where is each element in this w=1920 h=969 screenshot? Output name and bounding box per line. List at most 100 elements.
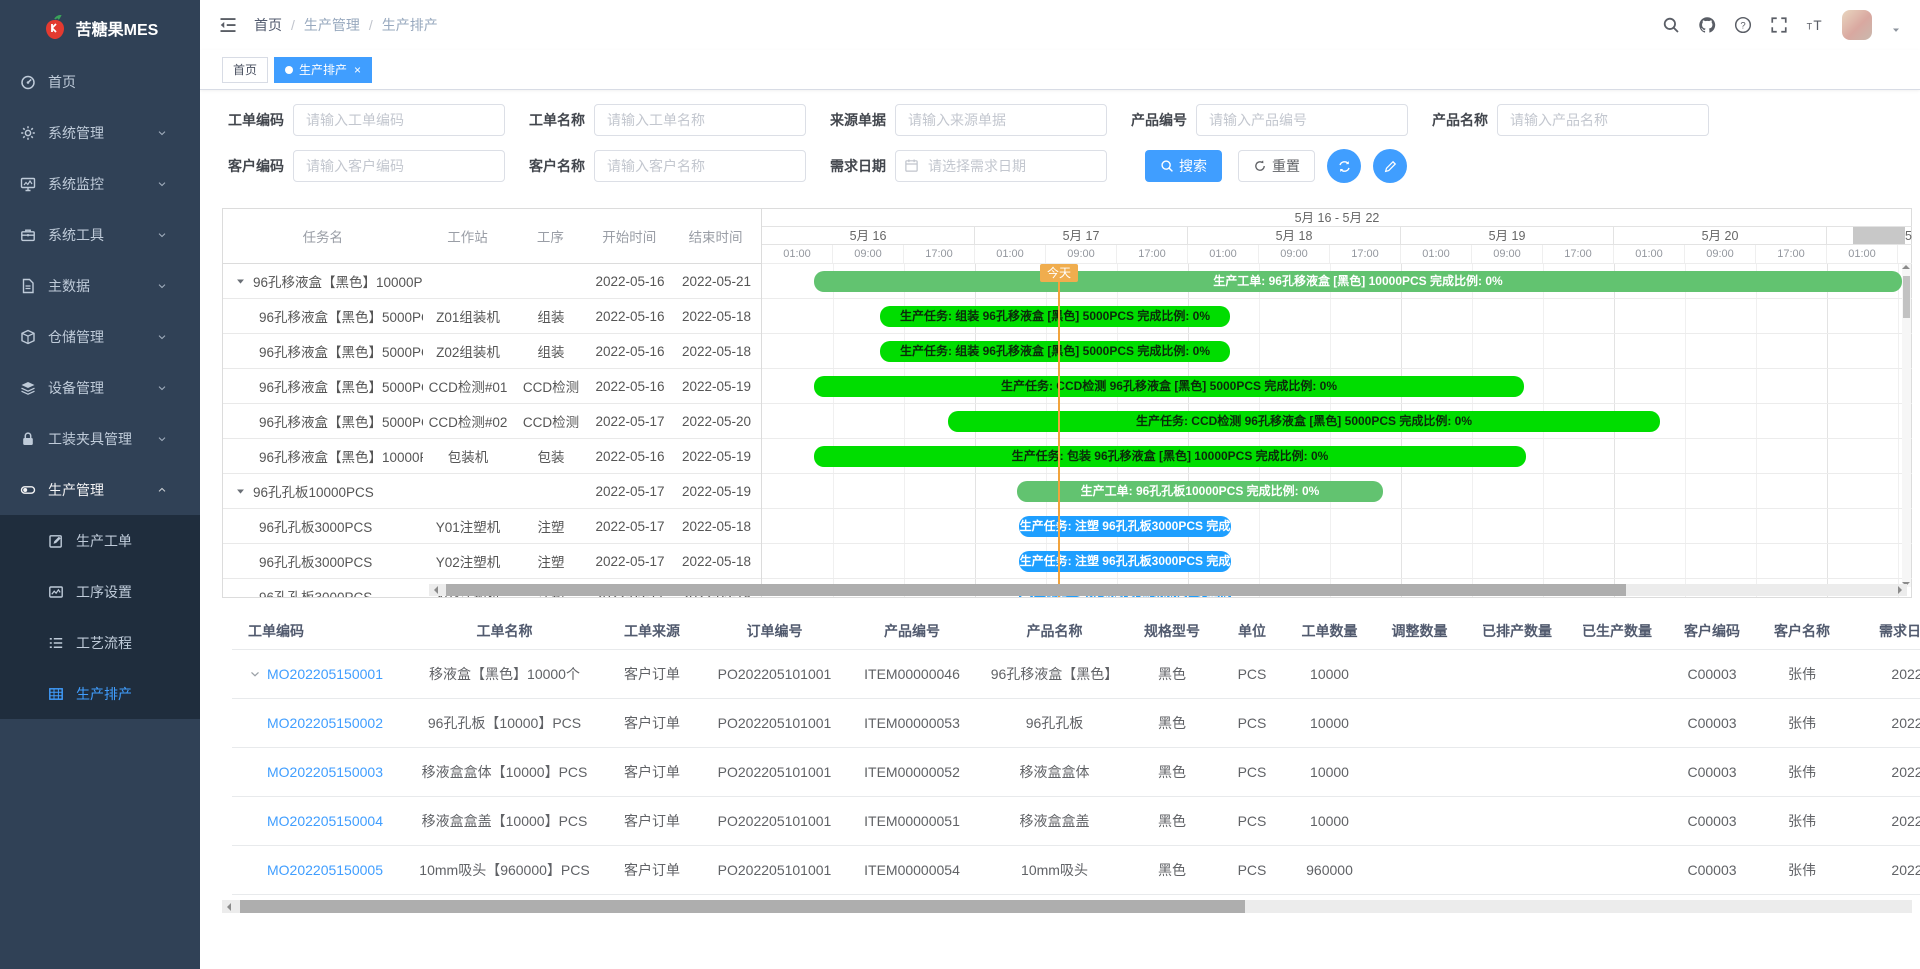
sidebar-item-document[interactable]: 主数据 xyxy=(0,260,200,311)
table-row[interactable]: MO20220515000510mm吸头【960000】PCS客户订单PO202… xyxy=(232,846,1920,895)
gantt-range-label: 5月 16 - 5月 22 xyxy=(762,209,1912,227)
table-row[interactable]: MO20220515000296孔孔板【10000】PCS客户订单PO20220… xyxy=(232,699,1920,748)
collapse-icon[interactable] xyxy=(235,276,246,287)
gantt-bar[interactable]: 生产任务: CCD检测 96孔移液盒 [黑色] 5000PCS 完成比例: 0% xyxy=(814,376,1524,397)
tab-home[interactable]: 首页 xyxy=(222,57,268,83)
collapse-icon[interactable] xyxy=(235,486,246,497)
gantt-task-row[interactable]: 96孔移液盒【黑色】5000PCSZ02组装机组装2022-05-162022-… xyxy=(223,334,761,369)
table-row[interactable]: MO202205150004移液盒盒盖【10000】PCS客户订单PO20220… xyxy=(232,797,1920,846)
tab-production-schedule[interactable]: 生产排产 × xyxy=(274,57,372,83)
gantt-vertical-scrollbar[interactable] xyxy=(1902,264,1911,587)
sidebar-item-monitor[interactable]: 系统监控 xyxy=(0,158,200,209)
sidebar-item-layers[interactable]: 设备管理 xyxy=(0,362,200,413)
gantt-station: CCD检测#02 xyxy=(423,411,513,431)
gantt-start-time: 2022-05-16 xyxy=(589,379,671,394)
search-icon[interactable] xyxy=(1662,16,1680,34)
gantt-task-row[interactable]: 96孔移液盒【黑色】10000PCS包装机包装2022-05-162022-05… xyxy=(223,439,761,474)
gantt-bar[interactable]: 生产工单: 96孔孔板10000PCS 完成比例: 0% xyxy=(1017,481,1383,502)
task-name-text: 96孔孔板3000PCS xyxy=(259,551,372,571)
refresh-round-button[interactable] xyxy=(1327,149,1361,183)
filter-input[interactable] xyxy=(895,104,1107,136)
table-cell: 10000 xyxy=(1287,813,1372,829)
work-order-link[interactable]: MO202205150001 xyxy=(267,666,383,682)
breadcrumb-home[interactable]: 首页 xyxy=(254,15,282,35)
gantt-bar[interactable]: 生产任务: CCD检测 96孔移液盒 [黑色] 5000PCS 完成比例: 0% xyxy=(948,411,1660,432)
chevron-up-icon xyxy=(156,484,168,496)
lock-icon xyxy=(20,431,36,447)
table-row[interactable]: MO202205150001移液盒【黑色】10000个客户订单PO2022051… xyxy=(232,650,1920,699)
gantt-bar[interactable]: 生产任务: 注塑 96孔孔板3000PCS 完成 xyxy=(1019,551,1231,572)
filter-input[interactable] xyxy=(293,150,505,182)
gantt-bar[interactable]: 生产任务: 组装 96孔移液盒 [黑色] 5000PCS 完成比例: 0% xyxy=(880,306,1230,327)
tab-close-icon[interactable]: × xyxy=(354,64,361,76)
filter-input[interactable] xyxy=(1497,104,1709,136)
gantt-hscroll-thumb[interactable] xyxy=(446,584,1626,596)
table-column-header: 工单名称 xyxy=(412,621,597,641)
fullscreen-icon[interactable] xyxy=(1770,16,1788,34)
work-order-link[interactable]: MO202205150002 xyxy=(267,715,383,731)
breadcrumb-production-manage[interactable]: 生产管理 xyxy=(304,15,360,35)
gantt-column-header: 任务名 xyxy=(223,226,423,246)
gantt-end-time: 2022-05-19 xyxy=(671,484,762,499)
table-column-header: 调整数量 xyxy=(1372,621,1467,641)
gantt-bar[interactable]: 生产任务: 包装 96孔移液盒 [黑色] 10000PCS 完成比例: 0% xyxy=(814,446,1526,467)
sidebar-item-toolbox[interactable]: 系统工具 xyxy=(0,209,200,260)
filter-input[interactable] xyxy=(594,150,806,182)
gantt-chart-body: 生产工单: 96孔移液盒 [黑色] 10000PCS 完成比例: 0% 生产任务:… xyxy=(762,264,1912,597)
table-column-header: 工单来源 xyxy=(597,621,707,641)
filter-input[interactable] xyxy=(1196,104,1408,136)
logo-icon xyxy=(42,15,68,41)
avatar[interactable] xyxy=(1842,10,1872,40)
gantt-task-row[interactable]: 96孔移液盒【黑色】5000PCSCCD检测#02CCD检测2022-05-17… xyxy=(223,404,761,439)
gantt-task-row[interactable]: 96孔孔板3000PCSY01注塑机注塑2022-05-172022-05-18 xyxy=(223,509,761,544)
gantt-bar[interactable]: 生产工单: 96孔移液盒 [黑色] 10000PCS 完成比例: 0% xyxy=(814,271,1902,292)
filter-input[interactable] xyxy=(594,104,806,136)
gantt-hour-label: 01:00 xyxy=(762,245,833,263)
gantt-task-row[interactable]: 96孔移液盒【黑色】5000PCSZ01组装机组装2022-05-162022-… xyxy=(223,299,761,334)
sidebar-subitem-chart-image[interactable]: 工序设置 xyxy=(0,566,200,617)
gantt-end-time: 2022-05-18 xyxy=(671,344,762,359)
table-column-header: 产品编号 xyxy=(842,621,982,641)
gantt-bar[interactable]: 生产任务: 注塑 96孔孔板3000PCS 完成 xyxy=(1019,516,1231,537)
table-cell: 2022 xyxy=(1847,862,1920,878)
task-name-text: 96孔移液盒【黑色】5000PCS xyxy=(259,411,423,431)
caret-down-icon[interactable] xyxy=(1890,24,1902,36)
table-cell: 黑色 xyxy=(1127,811,1217,831)
filter-input[interactable] xyxy=(293,104,505,136)
gantt-task-row[interactable]: 96孔移液盒【黑色】10000PCS2022-05-162022-05-21 xyxy=(223,264,761,299)
work-order-link[interactable]: MO202205150004 xyxy=(267,813,383,829)
header-actions: ? TT xyxy=(1662,10,1902,40)
edit-round-button[interactable] xyxy=(1373,149,1407,183)
tab-label: 生产排产 xyxy=(299,61,347,78)
gantt-horizontal-scrollbar[interactable] xyxy=(429,584,1907,596)
sidebar-item-lock[interactable]: 工装夹具管理 xyxy=(0,413,200,464)
gantt-station: Y02注塑机 xyxy=(423,551,513,571)
gantt-bar[interactable]: 生产任务: 组装 96孔移液盒 [黑色] 5000PCS 完成比例: 0% xyxy=(880,341,1230,362)
help-icon[interactable]: ? xyxy=(1734,16,1752,34)
gantt-task-row[interactable]: 96孔孔板10000PCS2022-05-172022-05-19 xyxy=(223,474,761,509)
gantt-task-row[interactable]: 96孔移液盒【黑色】5000PCSCCD检测#01CCD检测2022-05-16… xyxy=(223,369,761,404)
demand-date-input[interactable] xyxy=(895,150,1107,182)
sidebar-item-gear[interactable]: 系统管理 xyxy=(0,107,200,158)
sidebar-item-toggle[interactable]: 生产管理 xyxy=(0,464,200,515)
font-size-icon[interactable]: TT xyxy=(1806,16,1824,34)
table-row[interactable]: MO202205150003移液盒盒体【10000】PCS客户订单PO20220… xyxy=(232,748,1920,797)
sidebar-subitem-grid[interactable]: 生产排产 xyxy=(0,668,200,719)
table-cell: C00003 xyxy=(1667,862,1757,878)
search-button[interactable]: 搜索 xyxy=(1145,150,1222,182)
sidebar-item-dashboard[interactable]: 首页 xyxy=(0,56,200,107)
gantt-task-row[interactable]: 96孔孔板3000PCSY02注塑机注塑2022-05-172022-05-18 xyxy=(223,544,761,579)
github-icon[interactable] xyxy=(1698,16,1716,34)
filter-field: 客户名称 xyxy=(529,150,806,182)
table-horizontal-scrollbar[interactable] xyxy=(222,900,1912,913)
sidebar-fold-icon[interactable] xyxy=(218,15,238,35)
table-hscroll-thumb[interactable] xyxy=(240,900,1245,913)
work-order-link[interactable]: MO202205150005 xyxy=(267,862,383,878)
sidebar-item-warehouse[interactable]: 仓储管理 xyxy=(0,311,200,362)
sidebar-subitem-edit-square[interactable]: 生产工单 xyxy=(0,515,200,566)
breadcrumb-production-schedule[interactable]: 生产排产 xyxy=(382,15,438,35)
table-column-header: 客户编码 xyxy=(1667,621,1757,641)
sidebar-subitem-list[interactable]: 工艺流程 xyxy=(0,617,200,668)
work-order-link[interactable]: MO202205150003 xyxy=(267,764,383,780)
reset-button[interactable]: 重置 xyxy=(1238,150,1315,182)
